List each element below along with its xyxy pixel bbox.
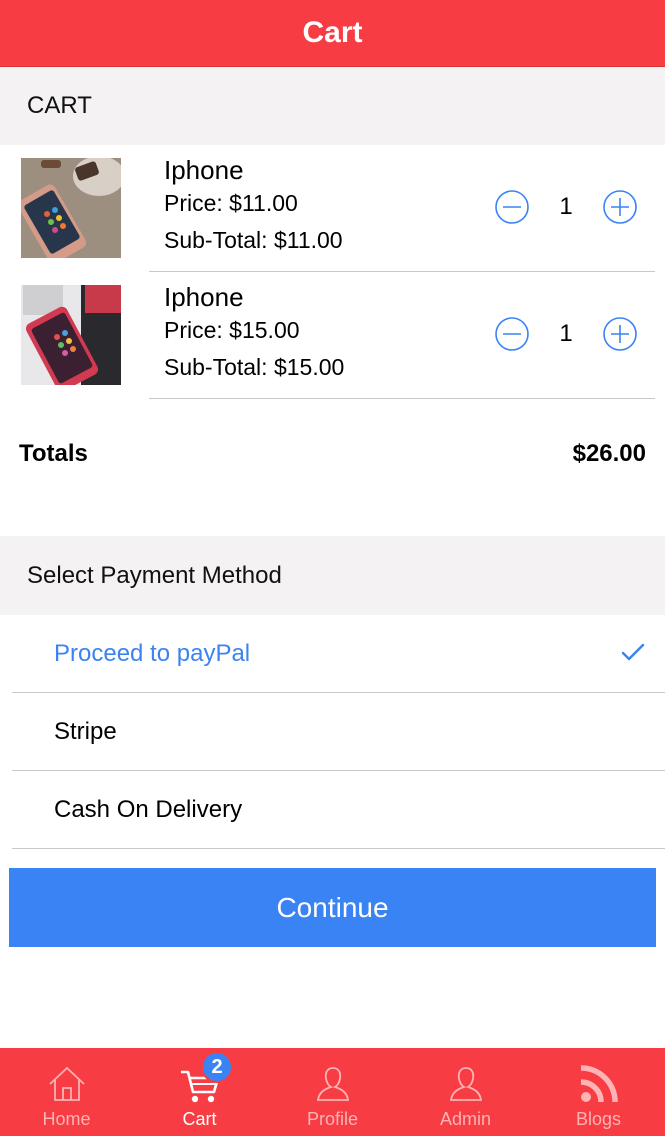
profile-icon [316,1067,349,1101]
tab-profile[interactable]: Profile [266,1048,399,1136]
payment-option-label: Proceed to payPal [54,640,251,667]
item-subtotal: Sub-Total: $11.00 [164,227,343,253]
tab-home[interactable]: Home [0,1048,133,1136]
payment-section-header: Select Payment Method [0,536,665,615]
tab-label: Cart [182,1109,217,1129]
tab-label: Home [42,1109,91,1129]
divider [149,398,655,399]
cart-item: Iphone Price: $11.00 Sub-Total: $11.00 1 [0,145,665,272]
tab-blogs[interactable]: Blogs [532,1048,665,1136]
cart-item: Iphone Price: $15.00 Sub-Total: $15.00 1 [0,272,665,399]
payment-option-stripe[interactable]: Stripe [0,693,665,771]
quantity-stepper: 1 [494,189,638,225]
payment-option-label: Cash On Delivery [54,796,243,823]
item-name: Iphone [164,155,244,185]
minus-circle-icon[interactable] [494,316,530,352]
product-image [21,285,121,385]
payment-option-label: Stripe [54,718,117,745]
tab-label: Admin [439,1109,492,1129]
plus-circle-icon[interactable] [602,189,638,225]
item-subtotal: Sub-Total: $15.00 [164,354,345,380]
cart-section-header: CART [0,67,665,145]
navbar: Cart [0,0,665,67]
payment-option-paypal[interactable]: Proceed to payPal [0,615,665,693]
cart-badge: 2 [201,1051,233,1083]
plus-circle-icon[interactable] [602,316,638,352]
quantity-value: 1 [559,193,573,220]
totals-label: Totals [19,440,88,467]
divider [12,848,665,849]
continue-button[interactable]: Continue [9,868,656,947]
tab-bar: Home 2 Cart Profile Admin Blogs [0,1048,665,1136]
quantity-stepper: 1 [494,316,638,352]
rss-icon [580,1065,618,1103]
tab-admin[interactable]: Admin [399,1048,532,1136]
admin-icon [449,1067,482,1101]
tab-cart[interactable]: 2 Cart [133,1048,266,1136]
page-title: Cart [302,16,363,49]
item-price: Price: $11.00 [164,190,298,216]
item-price: Price: $15.00 [164,317,300,343]
item-details: Iphone Price: $15.00 Sub-Total: $15.00 [164,282,344,386]
totals-value: $26.00 [572,440,646,467]
checkmark-icon [621,643,645,661]
tab-label: Profile [306,1109,359,1129]
quantity-value: 1 [559,320,573,347]
product-image [21,158,121,258]
payment-option-cash-on-delivery[interactable]: Cash On Delivery [0,771,665,849]
minus-circle-icon[interactable] [494,189,530,225]
home-icon [48,1066,85,1101]
item-details: Iphone Price: $11.00 Sub-Total: $11.00 [164,155,343,259]
item-name: Iphone [164,282,244,312]
totals-row: Totals $26.00 [19,440,646,468]
tab-label: Blogs [575,1109,622,1129]
